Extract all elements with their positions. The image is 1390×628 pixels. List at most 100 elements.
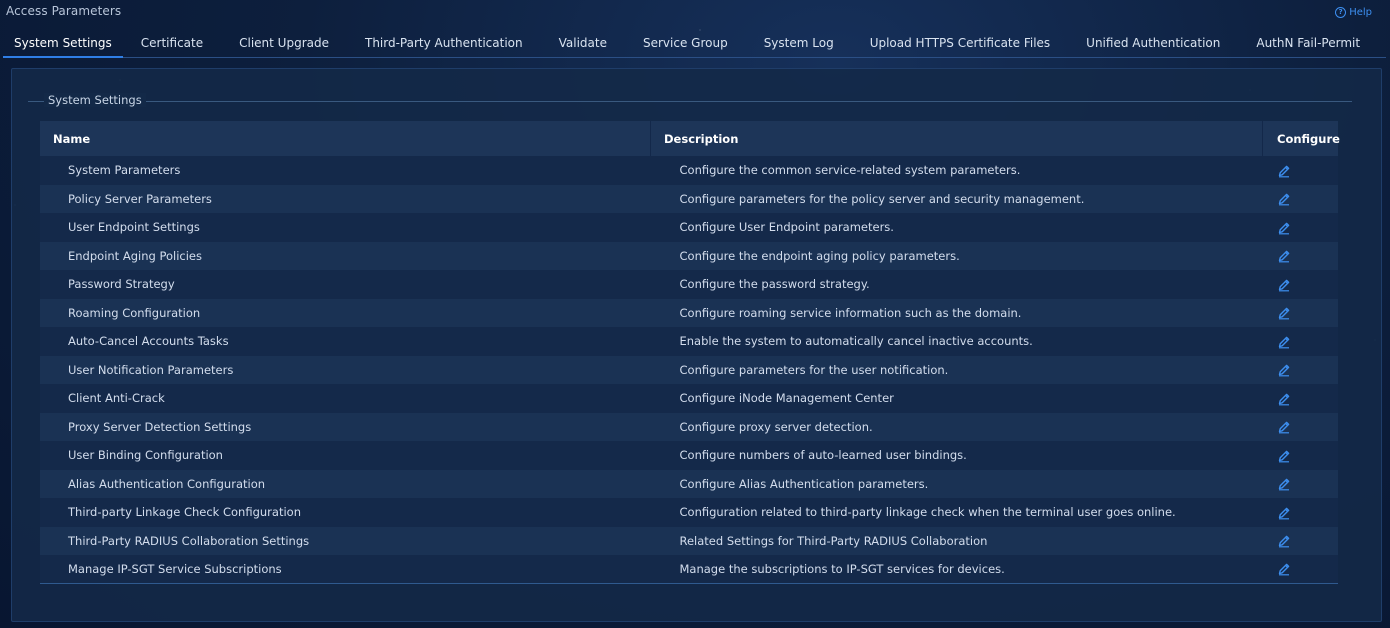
page-title: Access Parameters	[6, 4, 122, 18]
table-row: Proxy Server Detection Settings Configure…	[40, 412, 1339, 442]
tab-bar: System Settings Certificate Client Upgra…	[3, 30, 1386, 58]
edit-pencil-icon[interactable]	[1277, 392, 1291, 406]
row-description: Enable the system to automatically cance…	[679, 334, 1033, 349]
edit-pencil-icon[interactable]	[1277, 477, 1291, 491]
row-configure-cell	[1263, 498, 1339, 527]
legend-divider	[28, 101, 1352, 102]
edit-pencil-icon[interactable]	[1277, 192, 1291, 206]
tab-system-log[interactable]: System Log	[746, 30, 852, 56]
edit-pencil-icon[interactable]	[1277, 278, 1291, 292]
tab-authn-fail-permit[interactable]: AuthN Fail-Permit	[1238, 30, 1378, 56]
row-name: Endpoint Aging Policies	[68, 248, 202, 263]
table-row: Password Strategy Configure the password …	[40, 270, 1338, 299]
row-name: User Notification Parameters	[68, 362, 234, 377]
section-legend: System Settings	[28, 93, 1352, 109]
row-description: Configuration related to third-party lin…	[679, 505, 1176, 520]
row-configure-cell	[1263, 527, 1339, 556]
table-body: System Parameters Configure the common se…	[40, 156, 1338, 584]
edit-pencil-icon[interactable]	[1277, 335, 1291, 349]
row-configure-cell	[1263, 384, 1339, 413]
tab-unified-authentication[interactable]: Unified Authentication	[1068, 30, 1238, 56]
edit-pencil-icon[interactable]	[1277, 562, 1291, 576]
tab-third-party-authentication[interactable]: Third-Party Authentication	[347, 30, 541, 56]
row-description: Configure parameters for the user notifi…	[679, 362, 949, 377]
edit-pencil-icon[interactable]	[1277, 249, 1291, 263]
table-row: Third-party Linkage Check Configuration C…	[40, 498, 1338, 527]
row-name: Third-Party RADIUS Collaboration Setting…	[68, 533, 310, 548]
tab-upload-https-certificate-files[interactable]: Upload HTTPS Certificate Files	[852, 30, 1068, 56]
edit-pencil-icon[interactable]	[1277, 221, 1291, 235]
row-configure-cell	[1263, 441, 1339, 470]
row-configure-cell	[1263, 213, 1339, 242]
table-row: User Binding Configuration Configure numb…	[40, 441, 1338, 470]
row-configure-cell	[1263, 185, 1339, 214]
row-name: Password Strategy	[68, 277, 175, 292]
row-description: Configure Alias Authentication parameter…	[679, 476, 929, 491]
table-row: Auto-Cancel Accounts Tasks Enable the sys…	[40, 327, 1338, 356]
table-row: User Notification Parameters Configure pa…	[40, 355, 1339, 385]
tab-client-upgrade[interactable]: Client Upgrade	[221, 30, 347, 56]
tab-system-settings[interactable]: System Settings	[3, 30, 123, 58]
row-configure-cell	[1263, 555, 1339, 584]
help-circle-icon: ?	[1335, 7, 1347, 18]
row-name: System Parameters	[68, 163, 181, 178]
row-configure-cell	[1263, 470, 1339, 499]
row-name: Proxy Server Detection Settings	[68, 419, 252, 434]
column-header-configure: Configure	[1262, 121, 1340, 156]
row-description: Configure the common service-related sys…	[679, 163, 1021, 178]
row-description: Configure roaming service information su…	[679, 305, 1022, 320]
row-name: Roaming Configuration	[68, 305, 201, 320]
settings-table: Name Description Configure System Parame…	[40, 121, 1340, 584]
table-row: Roaming Configuration Configure roaming s…	[40, 298, 1339, 328]
content-panel: System Settings Name Description Configu…	[11, 68, 1382, 622]
edit-pencil-icon[interactable]	[1277, 506, 1291, 520]
help-label: Help	[1349, 7, 1372, 18]
tab-service-group[interactable]: Service Group	[625, 30, 746, 56]
row-name: Manage IP-SGT Service Subscriptions	[68, 562, 282, 576]
table-row: User Endpoint Settings Configure User End…	[40, 213, 1338, 242]
table-row: Policy Server Parameters Configure parame…	[40, 184, 1339, 214]
table-row: Client Anti-Crack Configure iNode Managem…	[40, 384, 1338, 413]
row-description: Configure numbers of auto-learned user b…	[679, 448, 967, 463]
edit-pencil-icon[interactable]	[1277, 449, 1291, 463]
table-row: Alias Authentication Configuration Config…	[40, 469, 1339, 499]
row-configure-cell	[1263, 413, 1339, 442]
row-description: Configure proxy server detection.	[679, 419, 873, 434]
tab-certificate[interactable]: Certificate	[123, 30, 221, 56]
row-name: Client Anti-Crack	[68, 391, 165, 406]
column-header-description[interactable]: Description	[650, 121, 1263, 156]
row-description: Configure parameters for the policy serv…	[679, 191, 1085, 206]
row-configure-cell	[1263, 299, 1339, 328]
row-name: Alias Authentication Configuration	[68, 476, 266, 491]
row-configure-cell	[1263, 156, 1339, 185]
row-name: User Endpoint Settings	[68, 220, 200, 235]
row-description: Configure the endpoint aging policy para…	[679, 248, 960, 263]
row-configure-cell	[1263, 242, 1339, 271]
table-row: Manage IP-SGT Service Subscriptions Manag…	[40, 555, 1338, 584]
row-description: Configure User Endpoint parameters.	[679, 220, 894, 235]
row-name: Auto-Cancel Accounts Tasks	[68, 334, 229, 349]
edit-pencil-icon[interactable]	[1277, 420, 1291, 434]
row-description: Configure iNode Management Center	[679, 391, 894, 406]
help-link[interactable]: ? Help	[1335, 7, 1372, 18]
edit-pencil-icon[interactable]	[1277, 363, 1291, 377]
row-name: Policy Server Parameters	[68, 191, 212, 206]
row-name: User Binding Configuration	[68, 448, 223, 463]
table-row: Endpoint Aging Policies Configure the end…	[40, 241, 1339, 271]
edit-pencil-icon[interactable]	[1277, 306, 1291, 320]
row-configure-cell	[1263, 356, 1339, 385]
edit-pencil-icon[interactable]	[1277, 534, 1291, 548]
row-configure-cell	[1263, 327, 1339, 356]
section-title: System Settings	[44, 93, 146, 107]
row-name: Third-party Linkage Check Configuration	[68, 505, 301, 520]
tab-validate[interactable]: Validate	[541, 30, 625, 56]
column-header-name[interactable]: Name	[40, 121, 651, 156]
row-description: Configure the password strategy.	[679, 277, 870, 292]
table-row: Third-Party RADIUS Collaboration Setting…	[40, 526, 1339, 556]
row-description: Related Settings for Third-Party RADIUS …	[679, 533, 988, 548]
edit-pencil-icon[interactable]	[1277, 164, 1291, 178]
table-row: System Parameters Configure the common se…	[40, 156, 1338, 185]
row-configure-cell	[1263, 270, 1339, 299]
table-header-row: Name Description Configure	[40, 121, 1340, 156]
row-description: Manage the subscriptions to IP-SGT servi…	[679, 562, 1005, 576]
